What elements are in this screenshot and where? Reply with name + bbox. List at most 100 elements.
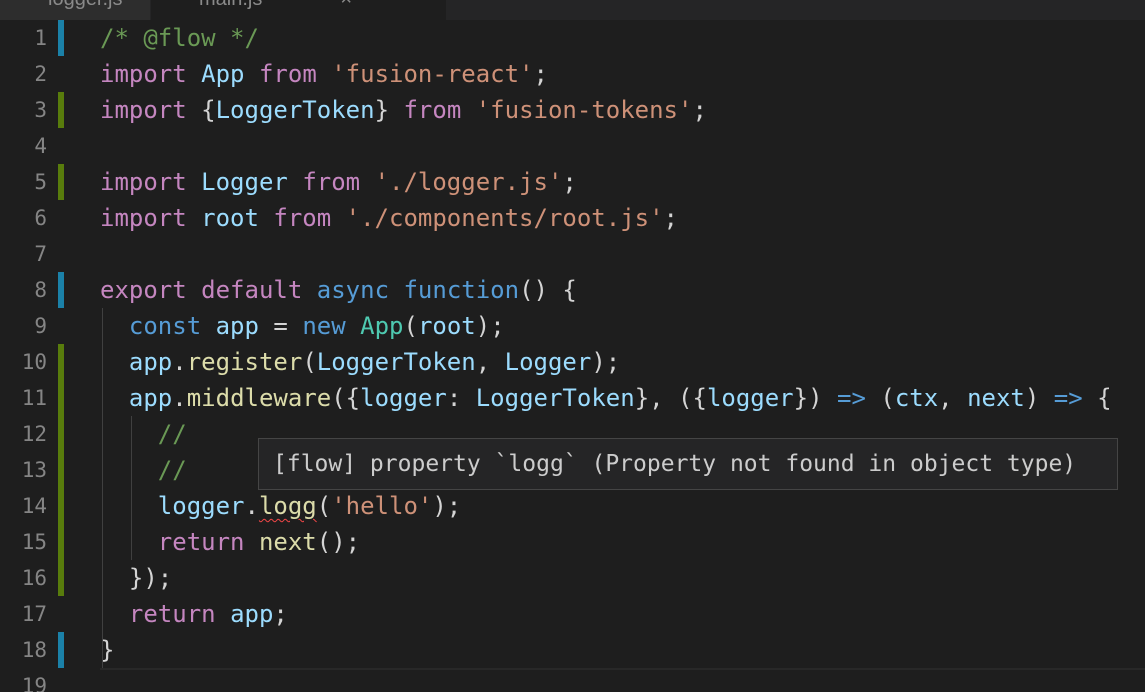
code-line[interactable]: 17 return app; xyxy=(0,596,1145,632)
code-token: App xyxy=(201,60,245,88)
code-token: } xyxy=(374,96,404,124)
code-line[interactable]: 6 import root from './components/root.js'… xyxy=(0,200,1145,236)
code-token: new xyxy=(302,312,346,340)
code-token: middleware xyxy=(186,384,332,412)
code-token: => xyxy=(837,384,866,412)
git-added-marker[interactable] xyxy=(58,560,64,596)
code-token: root xyxy=(417,312,476,340)
code-line[interactable]: 7 xyxy=(0,236,1145,272)
code-line[interactable]: 18} xyxy=(0,632,1145,668)
tab-logger-js[interactable]: logger.js xyxy=(0,0,151,20)
git-modified-marker[interactable] xyxy=(58,272,64,308)
code-token: './components/root.js' xyxy=(345,204,664,232)
code-token: ctx xyxy=(894,384,939,412)
code-token: => xyxy=(1053,384,1083,412)
code-token: logger xyxy=(706,384,794,412)
line-number: 19 xyxy=(21,674,47,692)
code-line[interactable]: 1 /* @flow */ xyxy=(0,20,1145,56)
tab-label: logger.js xyxy=(48,0,123,11)
code-token: Logger xyxy=(201,168,288,196)
code-token: ); xyxy=(432,492,462,520)
git-added-marker[interactable] xyxy=(58,488,64,524)
line-number: 15 xyxy=(21,530,47,554)
code-token: Logger xyxy=(504,348,592,376)
code-text: import {LoggerToken} from 'fusion-tokens… xyxy=(100,92,707,128)
line-number: 14 xyxy=(21,494,47,518)
code-line[interactable]: 2 import App from 'fusion-react'; xyxy=(0,56,1145,92)
code-token: ({ xyxy=(331,384,361,412)
code-token: function xyxy=(403,276,520,304)
code-token: from xyxy=(403,96,462,124)
code-token: return xyxy=(157,528,245,556)
code-text: app.middleware({logger: LoggerToken}, ({… xyxy=(100,380,1112,416)
code-token: LoggerToken xyxy=(215,96,375,124)
code-token: from xyxy=(302,168,361,196)
code-token: import xyxy=(100,60,187,88)
code-token: 'fusion-react' xyxy=(331,60,534,88)
code-text: logger.logg('hello'); xyxy=(100,488,461,524)
code-text: return next(); xyxy=(100,524,360,560)
close-icon[interactable]: × xyxy=(340,0,352,11)
code-line[interactable]: 8 export default async function() { xyxy=(0,272,1145,308)
git-added-marker[interactable] xyxy=(58,164,64,200)
git-added-marker[interactable] xyxy=(58,380,64,416)
code-token: . xyxy=(172,348,187,376)
git-added-marker[interactable] xyxy=(58,344,64,380)
code-token: ; xyxy=(692,96,707,124)
code-token: }); xyxy=(100,564,173,592)
code-token: register xyxy=(186,348,303,376)
code-token: 'hello' xyxy=(331,492,433,520)
code-text: export default async function() { xyxy=(100,272,577,308)
git-modified-marker[interactable] xyxy=(58,20,64,56)
line-number: 6 xyxy=(34,206,47,230)
tab-label: main.js xyxy=(199,0,262,11)
code-line[interactable]: 16 }); xyxy=(0,560,1145,596)
code-editor[interactable]: logger.js main.js × 1 /* @flow */ 2 import … xyxy=(0,0,1145,692)
git-added-marker[interactable] xyxy=(58,524,64,560)
git-added-marker[interactable] xyxy=(58,92,64,128)
code-token: LoggerToken xyxy=(475,384,635,412)
code-line[interactable]: 5 import Logger from './logger.js'; xyxy=(0,164,1145,200)
git-added-marker[interactable] xyxy=(58,452,64,488)
line-number: 3 xyxy=(34,98,47,122)
code-line[interactable]: 3 import {LoggerToken} from 'fusion-token… xyxy=(0,92,1145,128)
line-number: 16 xyxy=(21,566,47,590)
code-line[interactable]: 15 return next(); xyxy=(0,524,1145,560)
code-token: app xyxy=(128,384,173,412)
code-text: app.register(LoggerToken, Logger); xyxy=(100,344,620,380)
code-line[interactable]: 14 logger.logg('hello'); xyxy=(0,488,1145,524)
indent-guide xyxy=(102,308,103,668)
tab-main-js[interactable]: main.js × xyxy=(151,0,447,20)
code-line[interactable]: 9 const app = new App(root); xyxy=(0,308,1145,344)
line-number: 8 xyxy=(34,278,47,302)
code-token: ); xyxy=(475,312,505,340)
code-token: (); xyxy=(316,528,361,556)
code-line[interactable]: 4 xyxy=(0,128,1145,164)
code-token: App xyxy=(360,312,404,340)
git-added-marker[interactable] xyxy=(58,416,64,452)
code-line[interactable]: 10 app.register(LoggerToken, Logger); xyxy=(0,344,1145,380)
code-text: /* @flow */ xyxy=(100,20,259,56)
code-token: }, ({ xyxy=(634,384,707,412)
line-number: 10 xyxy=(21,350,47,374)
code-token: root xyxy=(201,204,259,232)
hover-tooltip: [flow] property `logg` (Property not fou… xyxy=(258,438,1118,490)
code-line[interactable]: 11 app.middleware({logger: LoggerToken},… xyxy=(0,380,1145,416)
git-modified-marker[interactable] xyxy=(58,632,64,668)
code-token: import xyxy=(100,168,187,196)
line-number: 9 xyxy=(34,314,47,338)
line-number: 17 xyxy=(21,602,47,626)
error-squiggle: logg xyxy=(258,492,317,520)
